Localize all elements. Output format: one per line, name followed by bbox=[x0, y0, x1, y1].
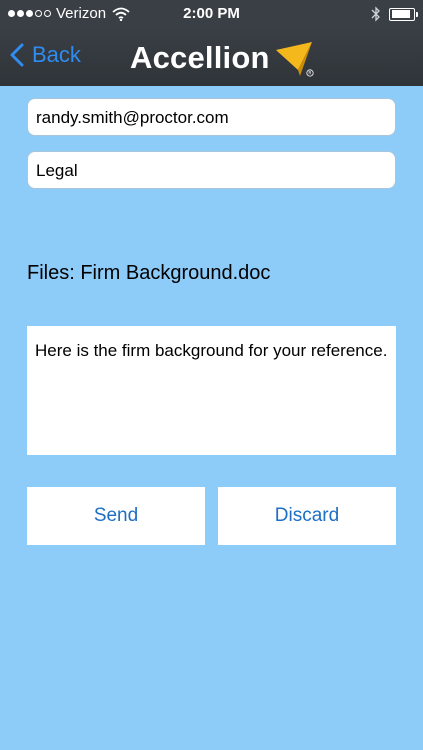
nav-bar: Back Accellion R bbox=[0, 28, 423, 86]
send-button[interactable]: Send bbox=[27, 487, 205, 545]
bluetooth-icon bbox=[371, 6, 380, 22]
back-button[interactable]: Back bbox=[10, 42, 81, 68]
brand: Accellion R bbox=[130, 38, 316, 78]
back-label: Back bbox=[32, 42, 81, 67]
subject-field[interactable]: Legal bbox=[27, 151, 396, 189]
discard-button[interactable]: Discard bbox=[218, 487, 396, 545]
status-bar: Verizon 2:00 PM bbox=[0, 0, 423, 28]
accellion-logo-icon: R bbox=[275, 42, 314, 77]
recipient-field[interactable]: randy.smith@proctor.com bbox=[27, 98, 396, 136]
battery-icon bbox=[389, 7, 418, 21]
svg-text:R: R bbox=[308, 71, 311, 77]
back-chevron-icon bbox=[10, 43, 24, 67]
attached-files-label: Files: Firm Background.doc bbox=[27, 262, 271, 284]
status-time: 2:00 PM bbox=[183, 5, 240, 22]
brand-name: Accellion bbox=[130, 40, 270, 75]
message-field[interactable]: Here is the firm background for your ref… bbox=[27, 326, 396, 455]
battery-fill bbox=[391, 10, 411, 18]
status-right bbox=[371, 6, 418, 22]
